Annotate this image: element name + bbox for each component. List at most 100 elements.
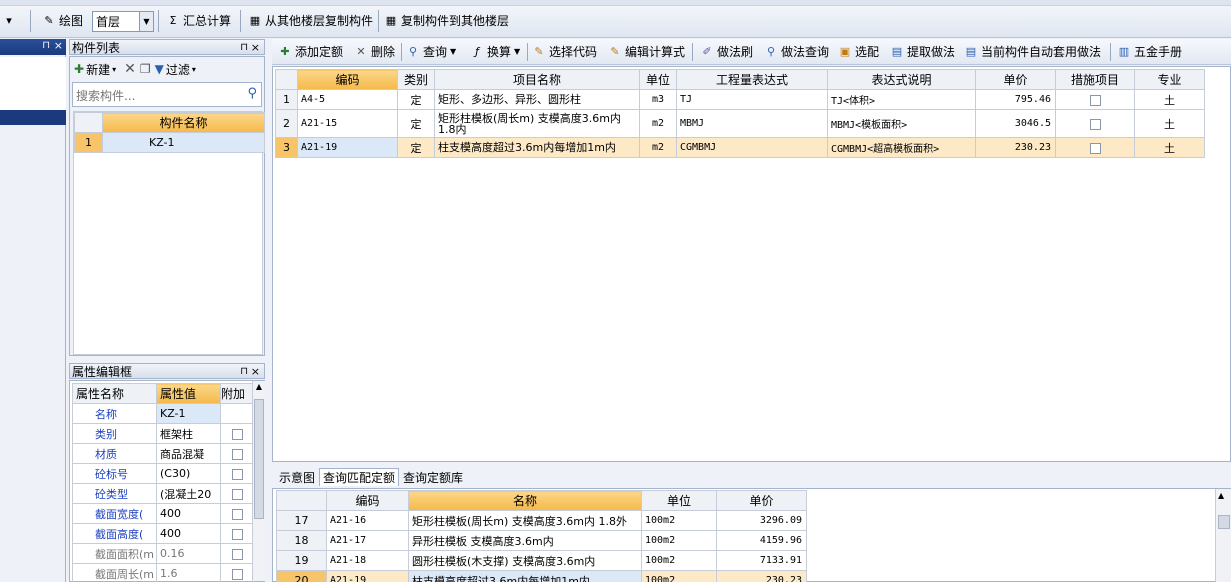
- close-icon[interactable]: ×: [251, 364, 260, 380]
- match-price-cell[interactable]: 230.23: [716, 570, 807, 582]
- match-code-cell[interactable]: A21-18: [326, 550, 409, 571]
- new-component-button[interactable]: ✚ 新建 ▾: [74, 61, 116, 78]
- property-extra-cell[interactable]: [220, 543, 254, 564]
- table-row[interactable]: 17 A21-16 矩形柱模板(周长m) 支模高度3.6m内 1.8外 100m2 32…: [276, 510, 807, 531]
- checkbox[interactable]: [231, 508, 243, 520]
- quota-desc-cell[interactable]: CGMBMJ<超高模板面积>: [827, 137, 976, 158]
- property-value[interactable]: 0.16: [156, 543, 221, 564]
- property-row[interactable]: 砼标号 (C30): [72, 463, 254, 484]
- property-row[interactable]: 类别 框架柱: [72, 423, 254, 444]
- quota-spec-cell[interactable]: 土: [1134, 137, 1205, 158]
- pin-icon[interactable]: ⊓: [240, 40, 248, 56]
- checkbox[interactable]: [231, 468, 243, 480]
- quota-price-cell[interactable]: 795.46: [975, 89, 1056, 110]
- property-row[interactable]: 截面宽度(400: [72, 503, 254, 524]
- checkbox[interactable]: [231, 428, 243, 440]
- component-name-header[interactable]: 构件名称: [102, 112, 265, 133]
- property-extra-cell[interactable]: [220, 463, 254, 484]
- quota-desc-cell[interactable]: TJ<体积>: [827, 89, 976, 110]
- scroll-up-icon[interactable]: ▲: [253, 381, 265, 393]
- property-extra-cell[interactable]: [220, 483, 254, 504]
- match-price-cell[interactable]: 7133.91: [716, 550, 807, 571]
- property-value[interactable]: 1.6: [156, 563, 221, 582]
- copy-component-button[interactable]: ❐: [140, 62, 151, 76]
- table-row[interactable]: 3 A21-19 定柱支模高度超过3.6m内每增加1m内 m2 CGMBMJ CGMBMJ…: [275, 137, 1205, 158]
- table-row[interactable]: 1 KZ-1: [74, 132, 265, 153]
- tab-match-quota[interactable]: 查询匹配定额: [319, 468, 400, 486]
- checkbox[interactable]: [231, 528, 243, 540]
- component-name-cell[interactable]: KZ-1: [102, 132, 265, 153]
- convert-dropdown[interactable]: ƒ 换算 ▼: [470, 41, 520, 63]
- quota-name-cell[interactable]: 柱支模高度超过3.6m内每增加1m内: [434, 137, 640, 158]
- property-scrollbar[interactable]: ▲: [252, 381, 265, 581]
- delete-component-button[interactable]: ✕: [124, 61, 136, 77]
- select-code-button[interactable]: ✎ 选择代码: [532, 41, 597, 63]
- quota-col-header[interactable]: 专业: [1134, 69, 1205, 90]
- match-unit-cell[interactable]: 100m2: [641, 570, 717, 582]
- property-value[interactable]: 商品混凝: [156, 443, 221, 464]
- match-price-cell[interactable]: 4159.96: [716, 530, 807, 551]
- quota-expr-cell[interactable]: CGMBMJ: [676, 137, 828, 158]
- table-row[interactable]: 1 A4-5 定矩形、多边形、异形、圆形柱 m3 TJ TJ<体积> 795.46 土: [275, 89, 1205, 110]
- match-unit-cell[interactable]: 100m2: [641, 510, 717, 531]
- copy-from-floor-button[interactable]: ▦ 从其他楼层复制构件: [248, 10, 373, 32]
- checkbox[interactable]: [231, 548, 243, 560]
- extract-method-button[interactable]: ▤ 提取做法: [890, 41, 955, 63]
- floor-select[interactable]: 首层 ▼: [92, 11, 154, 32]
- match-code-cell[interactable]: A21-17: [326, 530, 409, 551]
- match-unit-cell[interactable]: 100m2: [641, 550, 717, 571]
- close-icon[interactable]: ×: [54, 39, 63, 52]
- quota-measure-cell[interactable]: [1055, 109, 1135, 138]
- table-row[interactable]: 18 A21-17 异形柱模板 支模高度3.6m内 100m2 4159.96: [276, 530, 807, 551]
- copy-to-floor-button[interactable]: ▦ 复制构件到其他楼层: [384, 10, 509, 32]
- quota-code-cell[interactable]: A21-19: [297, 137, 398, 158]
- checkbox[interactable]: [231, 448, 243, 460]
- property-extra-cell[interactable]: [220, 523, 254, 544]
- sum-calc-button[interactable]: Σ 汇总计算: [166, 10, 232, 32]
- quota-unit-cell[interactable]: m2: [639, 137, 677, 158]
- match-col-header[interactable]: 单位: [641, 490, 717, 511]
- property-value[interactable]: KZ-1: [156, 403, 221, 424]
- search-icon[interactable]: ⚲: [247, 86, 257, 101]
- method-brush-button[interactable]: ✐ 做法刷: [700, 41, 753, 63]
- checkbox[interactable]: [231, 488, 243, 500]
- match-col-header[interactable]: 名称: [408, 490, 642, 511]
- checkbox[interactable]: [1089, 118, 1101, 130]
- checkbox[interactable]: [1089, 94, 1101, 106]
- scroll-up-icon[interactable]: ▲: [1218, 491, 1224, 500]
- quota-col-header[interactable]: 单价: [975, 69, 1056, 90]
- quota-price-cell[interactable]: 3046.5: [975, 109, 1056, 138]
- quota-measure-cell[interactable]: [1055, 137, 1135, 158]
- table-row[interactable]: 20 A21-19 柱支模高度超过3.6m内每增加1m内 100m2 230.23: [276, 570, 807, 582]
- property-row[interactable]: 截面面积(m 0.16: [72, 543, 254, 564]
- add-quota-button[interactable]: ✚ 添加定额: [278, 41, 343, 63]
- quota-col-header[interactable]: 单位: [639, 69, 677, 90]
- property-extra-cell[interactable]: [220, 443, 254, 464]
- quota-spec-cell[interactable]: 土: [1134, 89, 1205, 110]
- checkbox[interactable]: [1089, 142, 1101, 154]
- quota-measure-cell[interactable]: [1055, 89, 1135, 110]
- property-row[interactable]: 截面周长(m 1.6: [72, 563, 254, 582]
- checkbox[interactable]: [231, 568, 243, 580]
- quota-col-header[interactable]: 表达式说明: [827, 69, 976, 90]
- pin-icon[interactable]: ⊓: [42, 40, 50, 51]
- property-row[interactable]: 材质 商品混凝: [72, 443, 254, 464]
- property-row[interactable]: 截面高度(400: [72, 523, 254, 544]
- quota-code-cell[interactable]: A21-15: [297, 109, 398, 138]
- quota-desc-cell[interactable]: MBMJ<模板面积>: [827, 109, 976, 138]
- quota-col-header[interactable]: 编码: [297, 69, 398, 90]
- quota-expr-cell[interactable]: MBMJ: [676, 109, 828, 138]
- tab-diagram[interactable]: 示意图: [275, 468, 319, 486]
- delete-quota-button[interactable]: ✕ 删除: [354, 41, 395, 63]
- method-query-button[interactable]: ⚲ 做法查询: [764, 41, 829, 63]
- property-value[interactable]: (混凝土20: [156, 483, 221, 504]
- quota-col-header[interactable]: 工程量表达式: [676, 69, 828, 90]
- nav-selected-item[interactable]: [0, 110, 66, 125]
- quota-col-header[interactable]: 类别: [397, 69, 435, 90]
- draw-button[interactable]: ✎ 绘图: [42, 10, 83, 32]
- quota-unit-cell[interactable]: m2: [639, 109, 677, 138]
- quota-name-cell[interactable]: 矩形、多边形、异形、圆形柱: [434, 89, 640, 110]
- property-extra-cell[interactable]: [220, 423, 254, 444]
- toolbar-overflow-arrow[interactable]: ▾: [2, 10, 16, 32]
- property-value[interactable]: 400: [156, 523, 221, 544]
